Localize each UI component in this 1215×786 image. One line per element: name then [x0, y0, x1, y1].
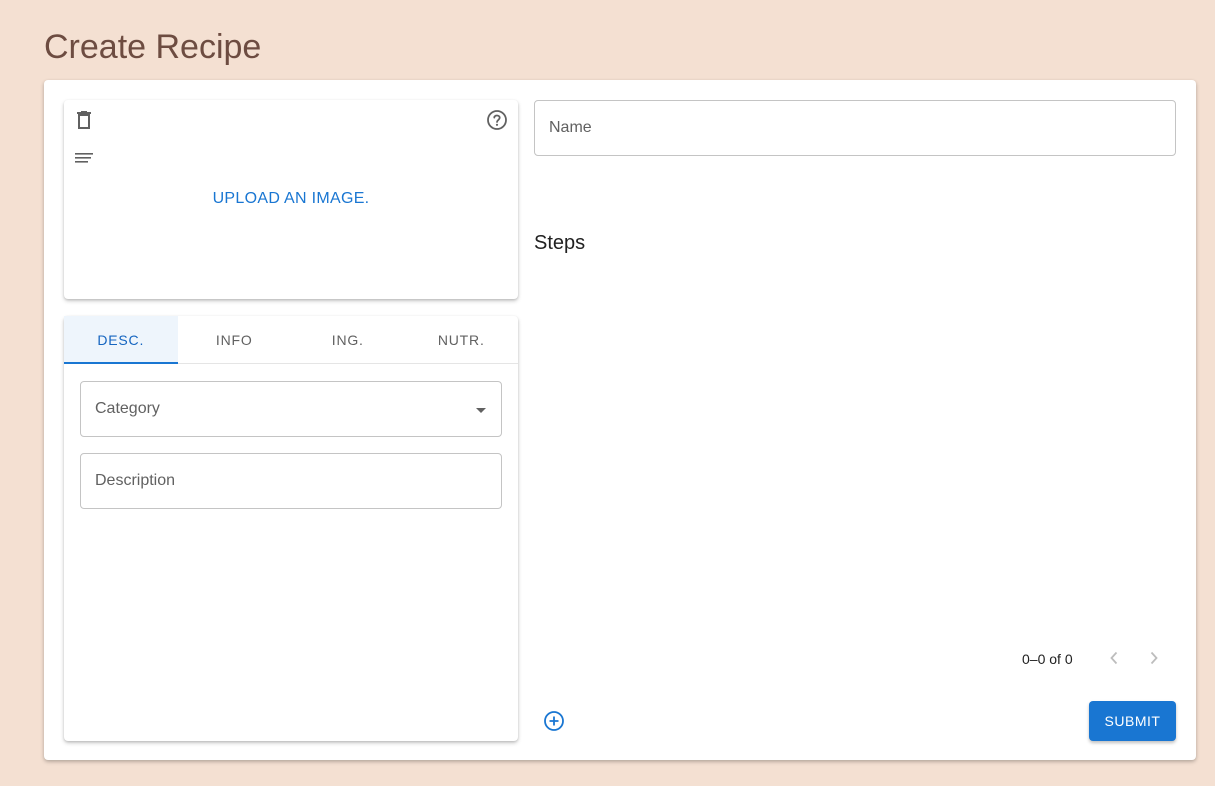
name-label: Name — [549, 119, 592, 136]
page-title: Create Recipe — [44, 28, 262, 66]
description-label: Description — [95, 472, 176, 489]
trash-icon[interactable] — [74, 109, 94, 131]
tab-description[interactable]: DESC. — [64, 316, 178, 364]
upload-image-link[interactable]: UPLOAD AN IMAGE. — [64, 190, 518, 208]
name-input[interactable]: Name — [534, 100, 1176, 156]
sort-icon[interactable] — [74, 151, 94, 167]
pagination-range: 0–0 of 0 — [1022, 651, 1073, 667]
add-circle-icon[interactable] — [542, 709, 566, 733]
submit-button[interactable]: SUBMIT — [1089, 701, 1176, 741]
steps-heading: Steps — [534, 232, 586, 254]
chevron-right-icon[interactable] — [1144, 648, 1164, 668]
help-icon[interactable] — [486, 109, 508, 131]
recipe-form-card: UPLOAD AN IMAGE. DESC. INFO ING. NUTR. C… — [44, 80, 1196, 760]
description-input[interactable]: Description — [80, 453, 502, 509]
details-tabs-card: DESC. INFO ING. NUTR. Category Descripti… — [64, 316, 518, 741]
chevron-left-icon[interactable] — [1104, 648, 1124, 668]
dropdown-arrow-icon — [476, 408, 486, 413]
tab-info[interactable]: INFO — [178, 316, 292, 363]
tab-bar: DESC. INFO ING. NUTR. — [64, 316, 518, 364]
category-label: Category — [95, 400, 160, 417]
image-upload-card: UPLOAD AN IMAGE. — [64, 100, 518, 299]
category-select[interactable]: Category — [80, 381, 502, 437]
tab-ingredients[interactable]: ING. — [291, 316, 405, 363]
tab-nutrition[interactable]: NUTR. — [405, 316, 519, 363]
